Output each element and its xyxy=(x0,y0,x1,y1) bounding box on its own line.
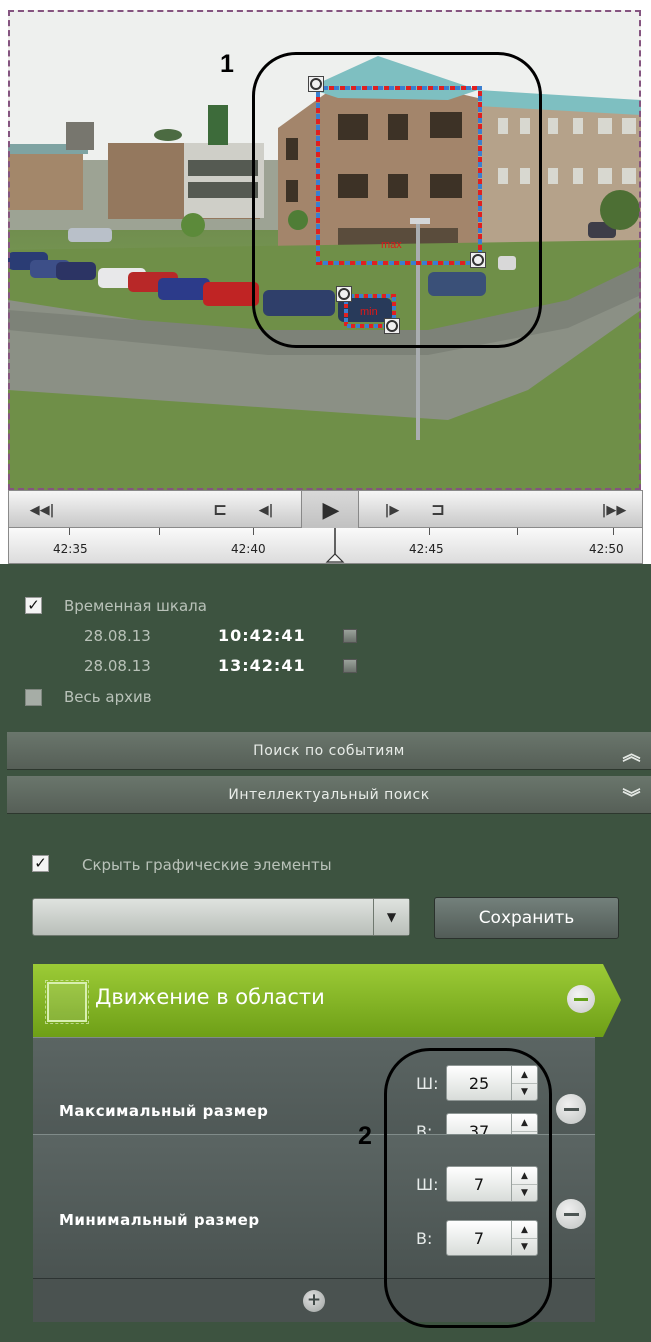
forward-end-icon: |▶▶ xyxy=(601,502,627,518)
start-time-picker-button[interactable] xyxy=(343,629,357,643)
tick-label: 42:40 xyxy=(231,542,266,556)
start-date: 28.08.13 xyxy=(84,627,151,645)
rewind-to-start-button[interactable]: ◀◀| xyxy=(27,497,57,523)
save-button[interactable]: Сохранить xyxy=(434,897,619,939)
timeline-ruler[interactable]: 42:35 42:40 42:45 42:50 xyxy=(8,528,643,564)
min-size-title: Минимальный размер xyxy=(59,1211,260,1229)
remove-max-size-icon[interactable] xyxy=(556,1094,586,1124)
preset-dropdown[interactable]: ▼ xyxy=(32,898,410,936)
dropdown-arrow-icon[interactable]: ▼ xyxy=(373,899,409,935)
step-back-icon: ◀| xyxy=(258,502,274,518)
timeline-checkbox[interactable]: ✓ xyxy=(25,597,42,614)
rewind-start-icon: ◀◀| xyxy=(29,502,55,518)
step-back-frame-button[interactable]: ⊏ xyxy=(207,497,233,523)
timeline-label: Временная шкала xyxy=(64,597,207,615)
step-forward-frame-button[interactable]: ⊐ xyxy=(425,497,451,523)
step-forward-button[interactable]: |▶ xyxy=(379,497,405,523)
tick xyxy=(429,528,430,535)
smart-search-section[interactable]: Интеллектуальный поиск ︾ xyxy=(7,776,651,814)
annotation-oval-2 xyxy=(384,1048,552,1328)
hide-graphics-checkbox[interactable]: ✓ xyxy=(32,855,49,872)
window-caption xyxy=(0,0,651,10)
play-button[interactable]: ▶ xyxy=(302,497,360,523)
hide-graphics-label: Скрыть графические элементы xyxy=(82,856,332,874)
remove-condition-icon[interactable] xyxy=(567,985,595,1013)
collapse-up-icon[interactable]: ︽ xyxy=(623,740,642,766)
playhead-icon[interactable] xyxy=(323,528,347,564)
forward-to-end-button[interactable]: |▶▶ xyxy=(597,497,631,523)
max-size-title: Максимальный размер xyxy=(59,1102,269,1120)
tick xyxy=(69,528,70,535)
step-back-button[interactable]: ◀| xyxy=(253,497,279,523)
expand-down-icon[interactable]: ︾ xyxy=(623,784,642,810)
add-icon[interactable]: + xyxy=(303,1289,325,1312)
annotation-oval-1 xyxy=(252,52,542,348)
tick-label: 42:50 xyxy=(589,542,624,556)
frame-forward-icon: ⊐ xyxy=(430,500,446,520)
smart-search-title: Интеллектуальный поиск xyxy=(228,786,430,803)
end-date: 28.08.13 xyxy=(84,657,151,675)
whole-archive-label: Весь архив xyxy=(64,688,152,706)
tick xyxy=(613,528,614,535)
tick xyxy=(253,528,254,535)
step-forward-icon: |▶ xyxy=(384,502,400,518)
end-time-picker-button[interactable] xyxy=(343,659,357,673)
playback-controls: ◀◀| ⊏ ◀| ▶ |▶ ⊐ |▶▶ xyxy=(8,490,643,565)
start-time[interactable]: 10:42:41 xyxy=(218,626,306,645)
tick xyxy=(517,528,518,535)
tick xyxy=(159,528,160,535)
annotation-number-2: 2 xyxy=(358,1122,372,1150)
area-select-icon xyxy=(45,980,89,1024)
play-icon: ▶ xyxy=(322,497,340,523)
motion-title: Движение в области xyxy=(95,985,325,1009)
whole-archive-checkbox[interactable] xyxy=(25,689,42,706)
remove-min-size-icon[interactable] xyxy=(556,1199,586,1229)
event-search-title: Поиск по событиям xyxy=(253,742,405,759)
tick-label: 42:45 xyxy=(409,542,444,556)
tick-label: 42:35 xyxy=(53,542,88,556)
event-search-section[interactable]: Поиск по событиям ︽ xyxy=(7,732,651,770)
motion-in-area-header[interactable]: Движение в области xyxy=(33,964,623,1037)
frame-back-icon: ⊏ xyxy=(212,500,228,520)
annotation-number-1: 1 xyxy=(220,50,234,78)
end-time[interactable]: 13:42:41 xyxy=(218,656,306,675)
